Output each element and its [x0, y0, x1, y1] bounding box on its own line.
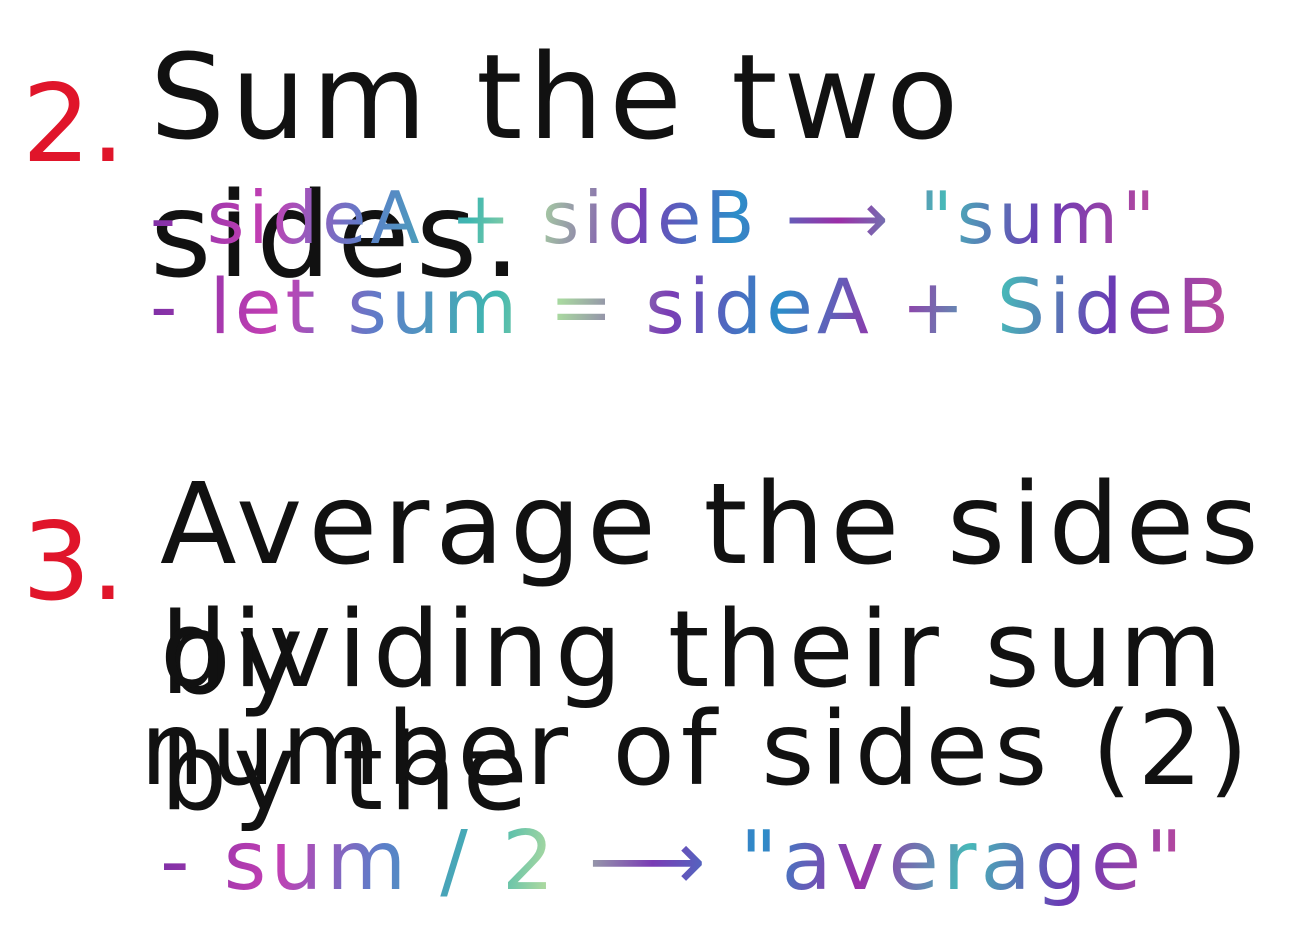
step-bullet: - let sum = sideA + SideB — [150, 262, 1234, 351]
step-bullet: - sideA + sideB ⟶ "sum" — [150, 176, 1160, 260]
step-heading-line: number of sides (2) — [140, 690, 1255, 809]
step-number: 3. — [22, 500, 126, 625]
step-bullet: - sum / 2 ⟶ "average" — [160, 814, 1187, 909]
step-number: 2. — [22, 62, 126, 187]
